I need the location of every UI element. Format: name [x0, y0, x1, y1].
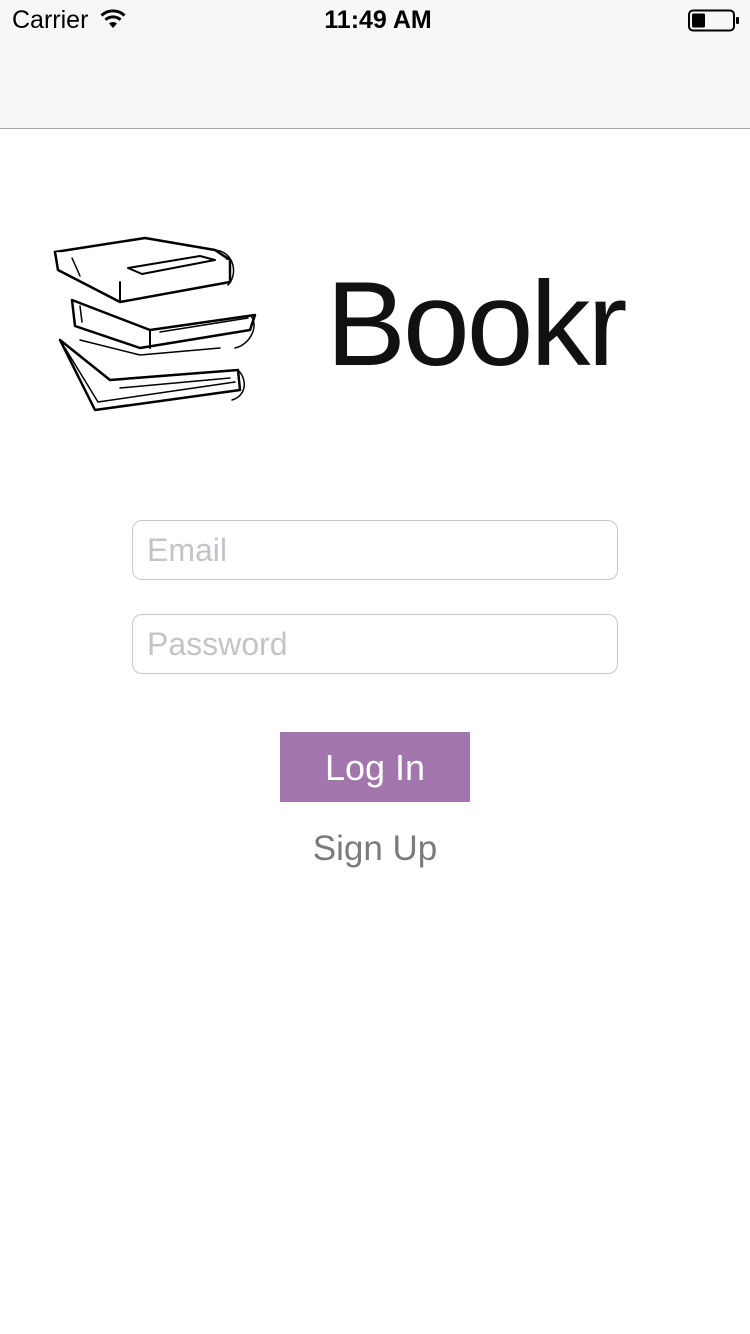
password-field[interactable] [132, 614, 618, 674]
login-button[interactable]: Log In [280, 732, 470, 802]
battery-icon [688, 9, 740, 38]
status-time: 11:49 AM [324, 6, 432, 34]
signup-button[interactable]: Sign Up [0, 826, 750, 872]
status-bar: Carrier 11:49 AM [0, 0, 750, 40]
books-stack-icon [50, 230, 270, 425]
email-field[interactable] [132, 520, 618, 580]
navigation-bar [0, 40, 750, 129]
app-title: Bookr [326, 257, 627, 391]
